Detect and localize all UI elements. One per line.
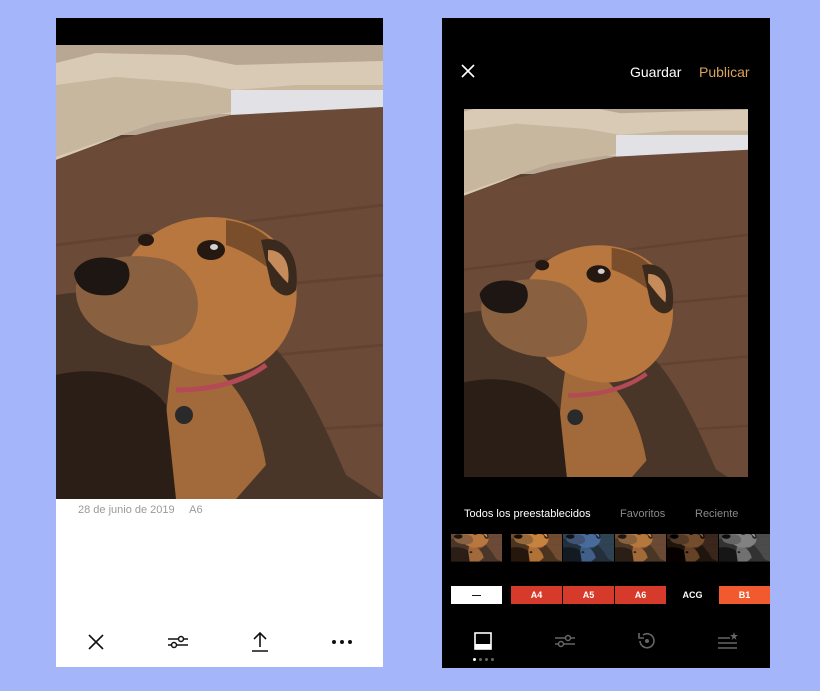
preset-label: B1 <box>719 586 770 604</box>
page-indicator <box>473 658 497 662</box>
preset-thumbnail[interactable]: B1 <box>719 534 770 604</box>
presets-icon[interactable] <box>470 628 496 654</box>
preset-thumbnail[interactable]: A6 <box>615 534 666 604</box>
preset-preview-image <box>563 534 614 585</box>
adjust-sliders-icon[interactable] <box>164 628 192 656</box>
preset-preview-image <box>719 534 770 585</box>
photo-date: 28 de junio de 2019 <box>78 504 175 516</box>
page-dot <box>491 658 494 661</box>
left-toolbar <box>56 628 383 656</box>
preset-preview-image <box>667 534 718 585</box>
publish-button[interactable]: Publicar <box>699 64 750 80</box>
page-dot <box>485 658 488 661</box>
preset-label: A5 <box>563 586 614 604</box>
preset-thumbnail[interactable]: A4 <box>511 534 562 604</box>
save-button[interactable]: Guardar <box>630 64 681 80</box>
photo-preset: A6 <box>189 504 203 516</box>
status-bar <box>56 18 383 45</box>
photo-metadata: 28 de junio de 2019 A6 <box>78 504 215 516</box>
history-icon[interactable] <box>634 628 660 654</box>
dog-photo-preview[interactable] <box>464 109 748 477</box>
more-dots-icon[interactable] <box>328 628 356 656</box>
close-icon <box>461 64 475 78</box>
recipes-icon[interactable] <box>715 628 741 654</box>
left-screen: 28 de junio de 2019 A6 <box>56 18 383 667</box>
right-screen: Guardar Publicar Todos los preestablecid… <box>442 18 770 668</box>
preset-label: ACG <box>667 586 718 604</box>
close-button[interactable] <box>460 63 478 81</box>
tab-all-presets[interactable]: Todos los preestablecidos <box>464 508 591 520</box>
page-dot <box>473 658 476 661</box>
preset-label: — <box>451 586 502 604</box>
preset-thumbnail[interactable]: ACG <box>667 534 718 604</box>
preset-filmstrip: — A4 A5 A6 ACG B1 <box>442 534 770 604</box>
preset-label: A4 <box>511 586 562 604</box>
share-upload-icon[interactable] <box>246 628 274 656</box>
preset-thumbnail[interactable]: — <box>451 534 502 604</box>
adjust-sliders-icon[interactable] <box>552 628 578 654</box>
tab-favorites[interactable]: Favoritos <box>620 508 665 520</box>
right-toolbar <box>442 628 770 658</box>
preset-tabs: Todos los preestablecidos Favoritos Reci… <box>442 508 770 524</box>
tab-recent[interactable]: Reciente <box>695 508 738 520</box>
close-icon[interactable] <box>82 628 110 656</box>
preset-label: A6 <box>615 586 666 604</box>
preset-preview-image <box>451 534 502 585</box>
dog-photo[interactable] <box>56 45 383 499</box>
page-dot <box>479 658 482 661</box>
preset-thumbnail[interactable]: A5 <box>563 534 614 604</box>
preset-preview-image <box>511 534 562 585</box>
preset-preview-image <box>615 534 666 585</box>
